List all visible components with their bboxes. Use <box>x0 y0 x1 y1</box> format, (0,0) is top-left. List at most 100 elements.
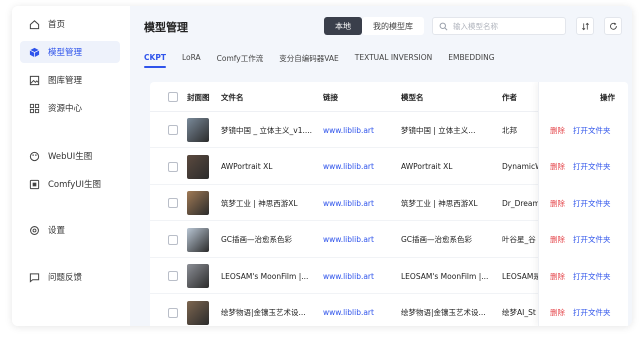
column-cover: 封面图 <box>187 92 210 102</box>
model-cover-thumbnail <box>187 191 209 215</box>
model-name-cell: GC插画—治愈系色彩 <box>401 235 473 244</box>
sort-button[interactable] <box>576 17 594 35</box>
tab-ckpt[interactable]: CKPT <box>144 48 166 70</box>
image-icon <box>28 74 40 86</box>
row-actions: 删除 打开文件夹 <box>550 295 611 327</box>
open-folder-button[interactable]: 打开文件夹 <box>573 161 611 172</box>
model-cover-thumbnail <box>187 227 209 252</box>
tab-embedding[interactable]: EMBEDDING <box>448 48 494 70</box>
model-cover-thumbnail <box>187 300 209 325</box>
model-type-tabs: CKPT LoRA Comfy工作流 变分自编码器VAE TEXTUAL INV… <box>144 48 511 70</box>
model-cover-thumbnail <box>187 264 209 288</box>
row-actions: 删除 打开文件夹 <box>550 112 611 148</box>
row-checkbox[interactable] <box>168 271 178 281</box>
source-toggle: 本地 我的模型库 <box>324 17 424 35</box>
delete-button[interactable]: 删除 <box>550 161 565 172</box>
sidebar-item-label: ComfyUI生图 <box>48 180 102 190</box>
row-checkbox[interactable] <box>168 307 178 318</box>
model-link[interactable]: www.liblib.art <box>323 222 374 258</box>
gear-icon <box>28 224 40 236</box>
delete-button[interactable]: 删除 <box>550 307 565 318</box>
filename-cell: 绘梦物语|金镶玉艺术设... <box>221 308 306 317</box>
model-cover-thumbnail <box>187 118 209 142</box>
search-input[interactable] <box>453 21 563 31</box>
row-checkbox[interactable] <box>168 125 178 135</box>
palette-icon <box>28 150 40 162</box>
my-library-button[interactable]: 我的模型库 <box>362 17 424 35</box>
sidebar-item-feedback[interactable]: 问题反馈 <box>20 266 120 288</box>
home-icon <box>28 18 40 30</box>
row-actions: 删除 打开文件夹 <box>550 222 611 258</box>
sidebar-item-resources[interactable]: 资源中心 <box>20 97 120 119</box>
model-link[interactable]: www.liblib.art <box>323 149 374 185</box>
open-folder-button[interactable]: 打开文件夹 <box>573 234 611 245</box>
open-folder-button[interactable]: 打开文件夹 <box>573 125 611 136</box>
tab-lora[interactable]: LoRA <box>182 48 201 70</box>
sidebar-item-label: 资源中心 <box>48 104 83 114</box>
select-all-checkbox[interactable] <box>168 92 178 102</box>
frame-icon <box>28 178 40 190</box>
sidebar-item-label: 模型管理 <box>48 48 83 58</box>
refresh-button[interactable] <box>604 17 622 35</box>
column-link: 链接 <box>323 92 338 102</box>
search-icon <box>439 22 448 30</box>
filename-cell: GC插画—治愈系色彩 <box>221 235 293 244</box>
sidebar-item-comfyui[interactable]: ComfyUI生图 <box>20 173 120 195</box>
search-box <box>432 17 566 35</box>
model-link[interactable]: www.liblib.art <box>323 258 374 294</box>
model-link[interactable]: www.liblib.art <box>323 295 374 327</box>
sidebar-item-gallery[interactable]: 图库管理 <box>20 69 120 91</box>
column-model-name: 模型名 <box>401 92 424 102</box>
column-ops: 操作 <box>600 92 615 102</box>
sort-icon <box>581 22 589 30</box>
column-author: 作者 <box>502 92 517 102</box>
open-folder-button[interactable]: 打开文件夹 <box>573 198 611 209</box>
model-link[interactable]: www.liblib.art <box>323 112 374 148</box>
app-window: 首页 模型管理 图库管理 资源中心 WebUI生图 ComfyUI生图 设置 问… <box>12 6 632 326</box>
model-name-cell: AWPortrait XL <box>401 162 453 171</box>
delete-button[interactable]: 删除 <box>550 271 565 282</box>
delete-button[interactable]: 删除 <box>550 125 565 136</box>
filename-cell: LEOSAM's MoonFilm |... <box>221 271 309 281</box>
open-folder-button[interactable]: 打开文件夹 <box>573 307 611 318</box>
filename-cell: AWPortrait XL <box>221 162 273 171</box>
tab-vae[interactable]: 变分自编码器VAE <box>279 48 339 70</box>
sidebar-item-home[interactable]: 首页 <box>20 13 120 35</box>
sidebar-item-settings[interactable]: 设置 <box>20 219 120 241</box>
model-name-cell: 绘梦物语|金镶玉艺术设... <box>401 308 486 317</box>
cube-icon <box>28 46 40 58</box>
filename-cell: 筑梦工业 | 神思西游XL <box>221 198 298 208</box>
tab-textual-inversion[interactable]: TEXTUAL INVERSION <box>355 48 432 70</box>
sidebar: 首页 模型管理 图库管理 资源中心 WebUI生图 ComfyUI生图 设置 问… <box>12 6 130 326</box>
row-checkbox[interactable] <box>168 161 178 172</box>
sidebar-item-webui[interactable]: WebUI生图 <box>20 145 120 167</box>
row-actions: 删除 打开文件夹 <box>550 185 611 221</box>
row-checkbox[interactable] <box>168 198 178 208</box>
row-actions: 删除 打开文件夹 <box>550 149 611 185</box>
filename-cell: 梦镜中国 _ 立体主义_v1.... <box>221 125 313 135</box>
delete-button[interactable]: 删除 <box>550 234 565 245</box>
model-name-cell: 梦镜中国 | 立体主义... <box>401 125 476 135</box>
sidebar-item-label: 首页 <box>48 20 66 30</box>
sidebar-item-label: 图库管理 <box>48 76 83 86</box>
sidebar-item-models[interactable]: 模型管理 <box>20 41 120 63</box>
model-link[interactable]: www.liblib.art <box>323 185 374 221</box>
refresh-icon <box>609 22 617 30</box>
models-table: 封面图 文件名 链接 模型名 作者 梦镜中国 _ 立体主义_v1.... www… <box>150 82 628 326</box>
main-panel: 模型管理 本地 我的模型库 CKPT LoRA Comfy工作流 变分自编码器V… <box>130 6 632 326</box>
model-cover-thumbnail <box>187 154 209 179</box>
column-filename: 文件名 <box>221 92 244 102</box>
local-button[interactable]: 本地 <box>324 17 362 35</box>
model-name-cell: 筑梦工业 | 神思西游XL <box>401 198 478 208</box>
page-title: 模型管理 <box>144 21 188 34</box>
sidebar-item-label: 设置 <box>48 226 66 236</box>
grid-icon <box>28 102 40 114</box>
sidebar-item-label: WebUI生图 <box>48 152 93 162</box>
model-name-cell: LEOSAM's MoonFilm |... <box>401 271 489 281</box>
row-checkbox[interactable] <box>168 234 178 245</box>
tab-comfy-workflow[interactable]: Comfy工作流 <box>217 48 264 70</box>
open-folder-button[interactable]: 打开文件夹 <box>573 271 611 282</box>
sidebar-item-label: 问题反馈 <box>48 273 83 283</box>
delete-button[interactable]: 删除 <box>550 198 565 209</box>
row-actions: 删除 打开文件夹 <box>550 258 611 294</box>
